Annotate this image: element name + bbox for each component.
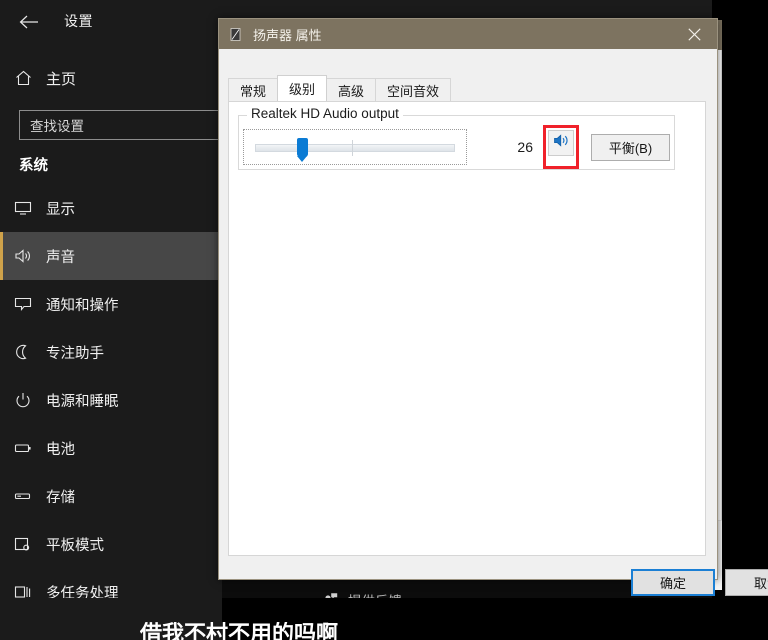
search-input[interactable]: 查找设置: [19, 110, 219, 140]
tab-levels-label: 级别: [289, 82, 316, 97]
level-groupbox-label: Realtek HD Audio output: [247, 106, 403, 121]
sidebar-item-focus-assist-label: 专注助手: [46, 345, 104, 362]
tab-spatial-sound-label: 空间音效: [387, 83, 440, 99]
speaker-properties-dialog: 扬声器 属性 常规 级别 高级 空间音效 Realtek HD Audio ou…: [218, 18, 768, 596]
search-placeholder: 查找设置: [30, 119, 84, 134]
balance-button[interactable]: 平衡(B): [591, 133, 670, 161]
screen: 设置 主页 查找设置 系统 显示 声音 通知和操作 专注助手 电源和睡眠 电池 …: [0, 0, 768, 640]
tab-advanced-label: 高级: [338, 83, 365, 99]
sidebar-item-storage-label: 存储: [46, 489, 75, 506]
dialog-body: 常规 级别 高级 空间音效 Realtek HD Audio output 26…: [219, 49, 768, 596]
tab-advanced[interactable]: 高级: [326, 78, 377, 101]
sidebar-item-sound[interactable]: 声音: [0, 232, 222, 280]
tab-general-label: 常规: [240, 83, 267, 99]
sidebar-item-display-label: 显示: [46, 201, 75, 218]
sidebar-item-multitasking[interactable]: 多任务处理: [0, 568, 222, 598]
volume-slider-track: [255, 144, 455, 152]
battery-icon: [0, 440, 46, 456]
sidebar-item-home-label: 主页: [46, 70, 77, 88]
mute-button-highlight: [543, 125, 579, 169]
volume-slider-thumb[interactable]: [297, 138, 308, 162]
close-icon[interactable]: [671, 19, 717, 49]
sidebar-item-sound-label: 声音: [46, 249, 75, 266]
sidebar-item-notifications-label: 通知和操作: [46, 297, 119, 314]
level-control-row: 26 平衡(B): [243, 125, 703, 169]
mute-toggle-button[interactable]: [548, 130, 574, 156]
home-icon: [0, 70, 46, 86]
storage-icon: [0, 488, 46, 504]
monitor-icon: [0, 200, 46, 216]
sidebar-group-heading: 系统: [19, 158, 48, 174]
sidebar-item-notifications[interactable]: 通知和操作: [0, 280, 222, 328]
cancel-button-label: 取消: [753, 576, 768, 591]
moon-icon: [0, 344, 46, 360]
settings-sidebar: 主页 查找设置 系统 显示 声音 通知和操作 专注助手 电源和睡眠 电池 存储 …: [0, 44, 222, 598]
tab-page-levels: Realtek HD Audio output 26 平衡(B): [228, 101, 706, 556]
speaker-properties-icon: [228, 26, 244, 42]
volume-slider[interactable]: [243, 129, 467, 165]
dialog-tabstrip: 常规 级别 高级 空间音效: [228, 75, 452, 101]
volume-slider-tick: [352, 140, 353, 156]
dialog-title-text: 扬声器 属性: [253, 27, 322, 43]
sidebar-item-tablet-mode-label: 平板模式: [46, 537, 104, 554]
sidebar-item-display[interactable]: 显示: [0, 184, 222, 232]
sidebar-item-focus-assist[interactable]: 专注助手: [0, 328, 222, 376]
sidebar-item-battery-label: 电池: [46, 441, 75, 458]
speaker-icon: [0, 248, 46, 264]
speaker-volume-icon: [553, 133, 570, 153]
desktop-clipped-text: 借我不村不用的吗啊: [140, 622, 339, 640]
sidebar-item-storage[interactable]: 存储: [0, 472, 222, 520]
volume-value: 26: [517, 139, 533, 155]
sidebar-item-battery[interactable]: 电池: [0, 424, 222, 472]
tab-spatial-sound[interactable]: 空间音效: [375, 78, 452, 101]
notification-icon: [0, 296, 46, 312]
ok-button[interactable]: 确定: [631, 569, 715, 596]
back-arrow-icon[interactable]: [14, 7, 44, 37]
power-icon: [0, 392, 46, 408]
multitask-icon: [0, 584, 46, 598]
tab-levels[interactable]: 级别: [277, 75, 328, 101]
tab-general[interactable]: 常规: [228, 78, 279, 101]
settings-title: 设置: [64, 13, 93, 29]
cancel-button[interactable]: 取消: [725, 569, 768, 596]
balance-button-label: 平衡(B): [608, 140, 653, 156]
ok-button-label: 确定: [659, 576, 686, 591]
sidebar-nav-list: 显示 声音 通知和操作 专注助手 电源和睡眠 电池 存储 平板模式 多任务处理: [0, 184, 222, 598]
dialog-titlebar[interactable]: 扬声器 属性: [219, 19, 717, 49]
sidebar-item-home[interactable]: 主页: [0, 60, 222, 96]
sidebar-item-power-sleep-label: 电源和睡眠: [46, 393, 119, 410]
sidebar-item-tablet-mode[interactable]: 平板模式: [0, 520, 222, 568]
tablet-icon: [0, 536, 46, 552]
selection-indicator: [0, 232, 3, 280]
sidebar-item-multitasking-label: 多任务处理: [46, 585, 119, 599]
sidebar-item-power-sleep[interactable]: 电源和睡眠: [0, 376, 222, 424]
